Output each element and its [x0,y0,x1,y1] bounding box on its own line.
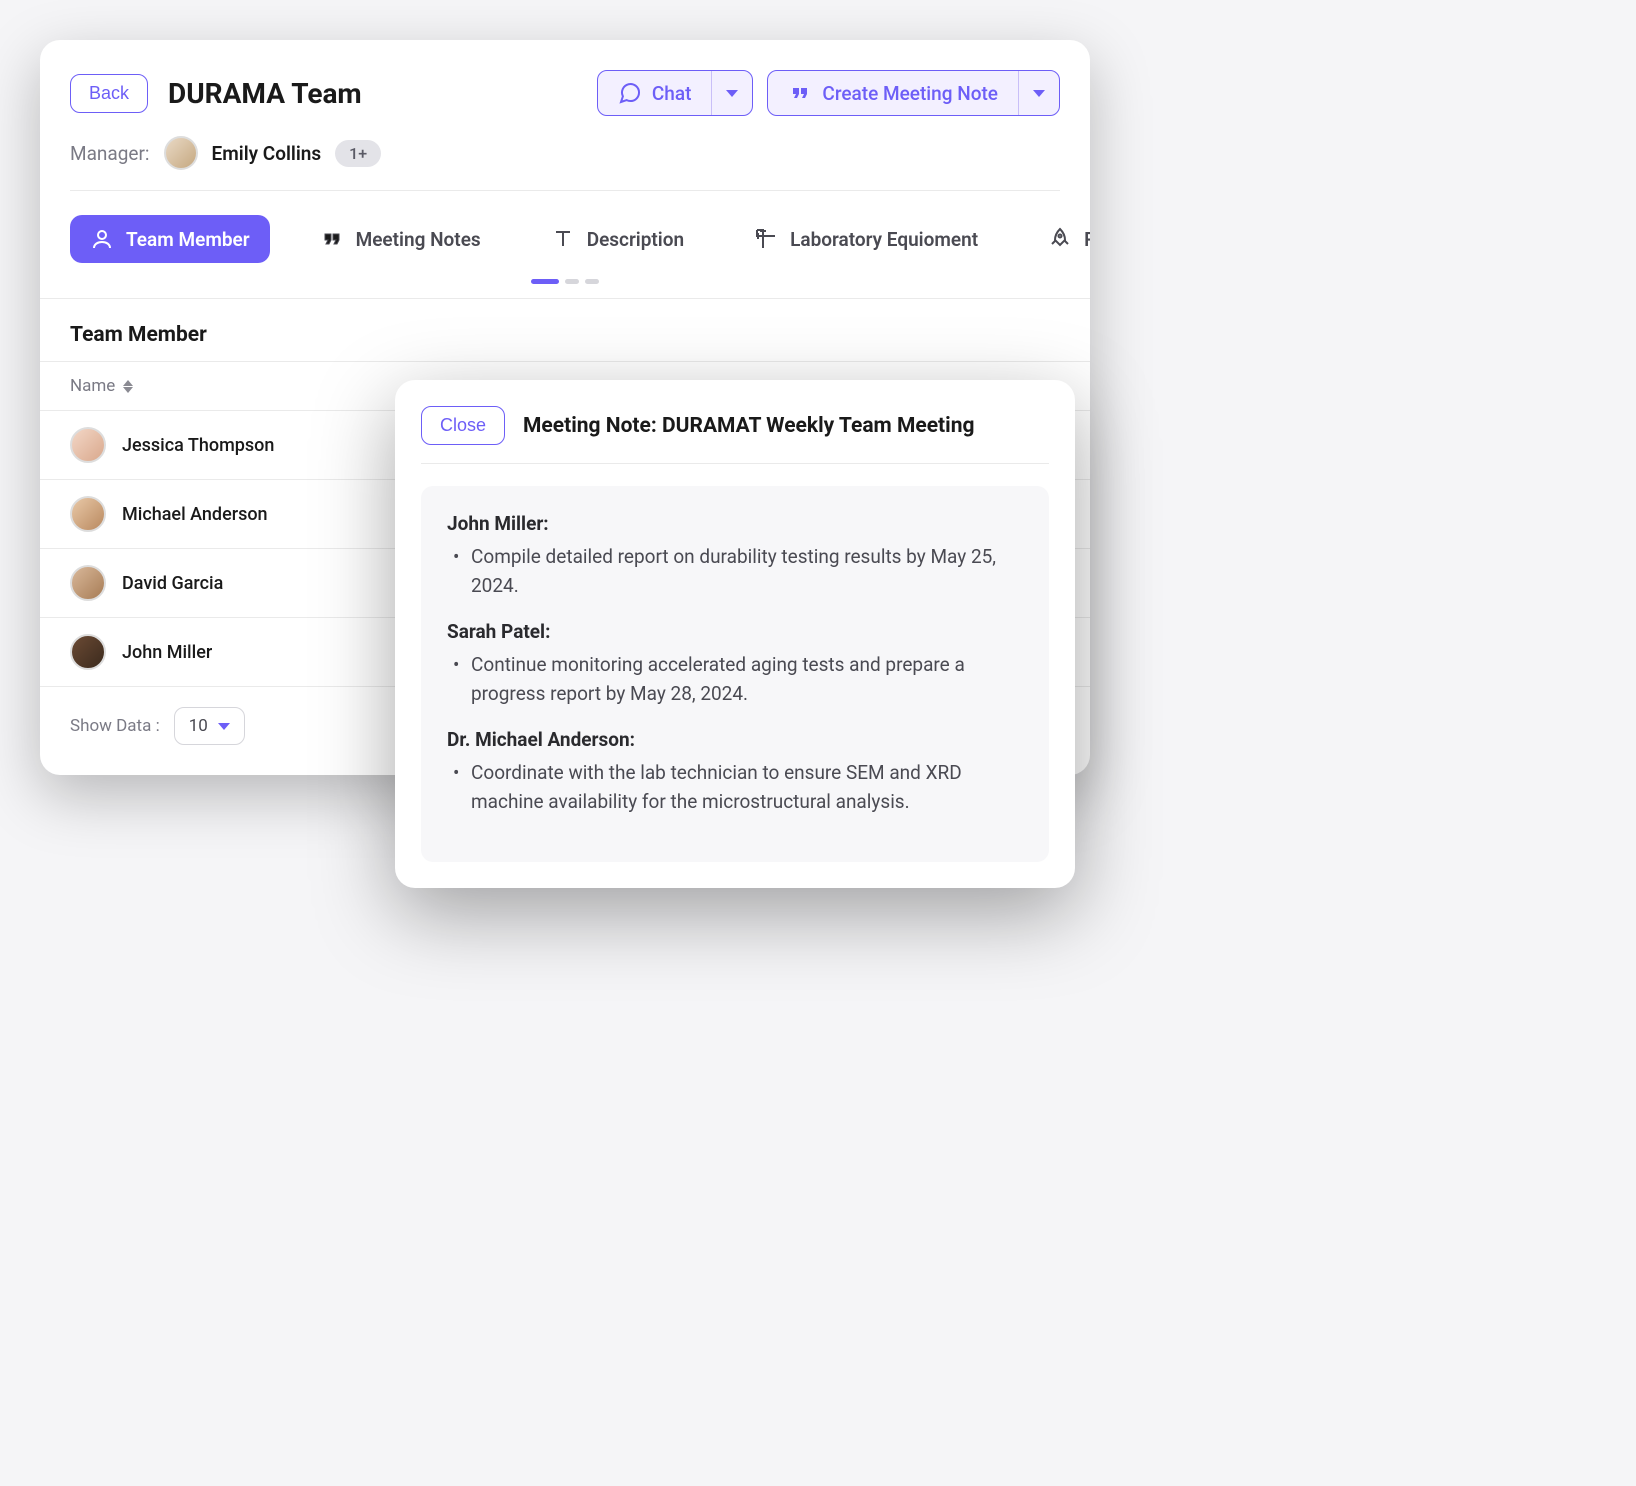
chat-dropdown[interactable] [712,71,752,115]
text-icon [551,227,575,251]
sort-icon [123,380,133,393]
user-icon [90,227,114,251]
tab-description[interactable]: Description [531,215,704,263]
note-person: Sarah Patel: [447,620,1023,643]
scroll-dot [585,279,599,284]
chat-button[interactable]: Chat [598,71,713,115]
member-avatar [70,634,106,670]
modal-header: Close Meeting Note: DURAMAT Weekly Team … [421,406,1049,464]
member-name: John Miller [122,642,212,663]
manager-avatar [164,136,198,170]
manager-name: Emily Collins [212,142,322,165]
create-note-button-group: Create Meeting Note [767,70,1060,116]
tab-label: Resea [1084,228,1090,251]
section-title: Team Member [40,299,1090,361]
manager-row: Manager: Emily Collins 1+ [40,136,1090,190]
tab-label: Laboratory Equioment [790,228,978,251]
note-task: Coordinate with the lab technician to en… [447,759,1023,816]
column-name-label: Name [70,376,115,396]
note-entry: Sarah Patel: Continue monitoring acceler… [447,620,1023,708]
note-entry: Dr. Michael Anderson: Coordinate with th… [447,728,1023,816]
member-name: Jessica Thompson [122,435,274,456]
note-task: Compile detailed report on durability te… [447,543,1023,600]
chat-label: Chat [652,82,692,105]
ruler-icon [754,227,778,251]
note-person: Dr. Michael Anderson: [447,728,1023,751]
show-data-label: Show Data : [70,716,160,736]
header-left: Back DURAMA Team [70,74,362,113]
note-entry: John Miller: Compile detailed report on … [447,512,1023,600]
tab-research[interactable]: Resea [1028,215,1090,263]
member-avatar [70,496,106,532]
tab-label: Description [587,228,684,251]
chat-button-group: Chat [597,70,754,116]
rocket-icon [1048,227,1072,251]
quote-icon [320,227,344,251]
meeting-note-modal: Close Meeting Note: DURAMAT Weekly Team … [395,380,1075,888]
member-name: David Garcia [122,573,223,594]
card-header: Back DURAMA Team Chat Create Meeting Not… [40,70,1090,136]
chat-icon [618,81,642,105]
manager-label: Manager: [70,142,150,165]
tab-laboratory-equipment[interactable]: Laboratory Equioment [734,215,998,263]
create-note-label: Create Meeting Note [822,82,998,105]
extra-members-badge[interactable]: 1+ [335,140,381,167]
chevron-down-icon [218,723,230,730]
chevron-down-icon [1033,90,1045,97]
back-button[interactable]: Back [70,74,148,113]
tab-meeting-notes[interactable]: Meeting Notes [300,215,501,263]
modal-title: Meeting Note: DURAMAT Weekly Team Meetin… [523,414,974,438]
close-button[interactable]: Close [421,406,505,445]
page-size-value: 10 [189,716,208,736]
tab-label: Meeting Notes [356,228,481,251]
tab-label: Team Member [126,228,250,251]
scroll-dot [531,279,559,284]
page-size-select[interactable]: 10 [174,707,245,745]
create-note-button[interactable]: Create Meeting Note [768,71,1019,115]
member-avatar [70,427,106,463]
tabs: Team Member Meeting Notes Description La… [40,191,1090,273]
tab-team-member[interactable]: Team Member [70,215,270,263]
note-task: Continue monitoring accelerated aging te… [447,651,1023,708]
modal-body: John Miller: Compile detailed report on … [421,486,1049,862]
page-title: DURAMA Team [168,77,362,110]
chevron-down-icon [726,90,738,97]
create-note-dropdown[interactable] [1019,71,1059,115]
note-person: John Miller: [447,512,1023,535]
column-name[interactable]: Name [70,376,133,396]
quote-icon [788,81,812,105]
scroll-indicator [40,273,1090,298]
member-name: Michael Anderson [122,504,268,525]
header-right: Chat Create Meeting Note [597,70,1060,116]
member-avatar [70,565,106,601]
scroll-dot [565,279,579,284]
